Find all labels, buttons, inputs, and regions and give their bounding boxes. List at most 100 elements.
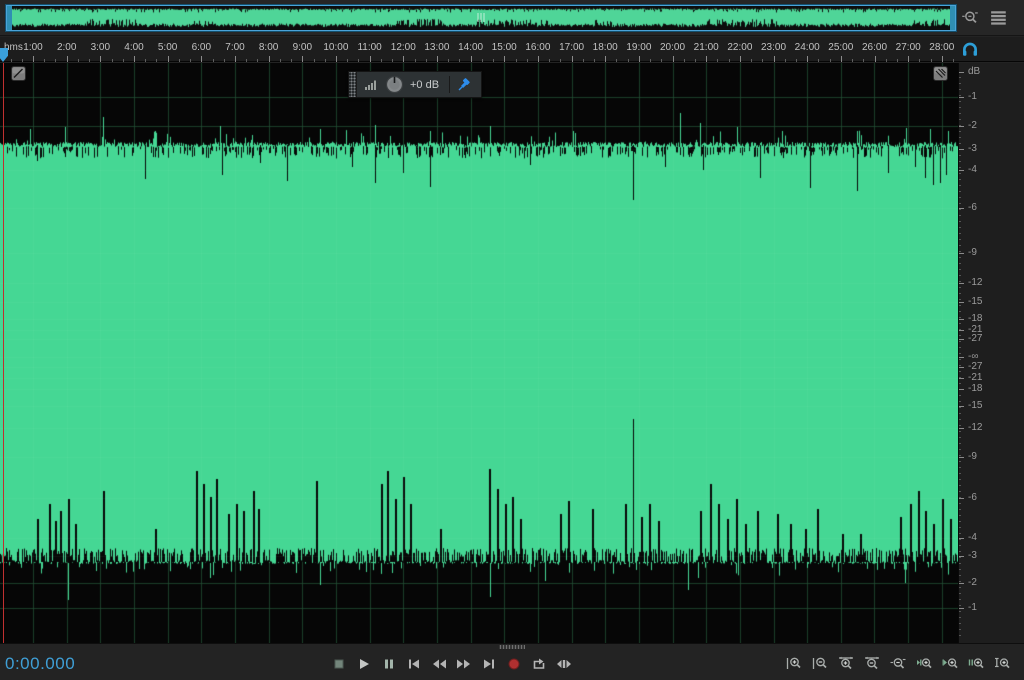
zoom-out-time-icon xyxy=(864,656,881,672)
timeline-tick-label: 25:00 xyxy=(828,42,853,53)
db-minor-tick xyxy=(959,461,961,462)
zoom-out-full-button[interactable] xyxy=(888,654,909,674)
skip-to-end-button[interactable] xyxy=(479,654,499,674)
db-minor-tick xyxy=(959,281,961,282)
db-major-tick xyxy=(959,538,964,539)
timeline-major-tick xyxy=(336,56,337,62)
timeline-major-tick xyxy=(269,56,270,62)
time-display[interactable]: 0:00.000 xyxy=(5,654,75,674)
pause-button[interactable] xyxy=(379,654,399,674)
pin-hud-button[interactable] xyxy=(457,77,472,92)
zoom-in-at-out-point-button[interactable] xyxy=(940,654,961,674)
volume-knob[interactable] xyxy=(385,75,404,94)
timeline-minor-tick xyxy=(44,59,45,62)
db-major-tick xyxy=(959,149,964,150)
waveform-display[interactable] xyxy=(0,63,958,643)
overview-right-handle[interactable] xyxy=(950,6,955,30)
record-icon xyxy=(506,656,522,672)
timeline-ruler[interactable]: hms 1:002:003:004:005:006:007:008:009:00… xyxy=(0,37,958,62)
db-minor-tick xyxy=(959,413,961,414)
fade-out-handle[interactable] xyxy=(933,66,948,81)
timeline-minor-tick xyxy=(22,59,23,62)
zoom-out-time-button[interactable] xyxy=(862,654,883,674)
overview-left-handle[interactable] xyxy=(7,6,12,30)
db-minor-tick xyxy=(959,617,961,618)
db-minor-tick xyxy=(959,431,961,432)
timeline-major-tick xyxy=(572,56,573,62)
zoom-out-amplitude-button[interactable] xyxy=(810,654,831,674)
db-minor-tick xyxy=(959,485,961,486)
db-scale-label: -6 xyxy=(968,203,977,213)
db-scale-label: -12 xyxy=(968,278,982,288)
fade-in-handle[interactable] xyxy=(11,66,26,81)
db-major-tick xyxy=(959,357,964,358)
db-minor-tick xyxy=(959,425,961,426)
db-major-tick xyxy=(959,97,964,98)
db-minor-tick xyxy=(959,473,961,474)
zoom-in-time-button[interactable] xyxy=(836,654,857,674)
db-minor-tick xyxy=(959,257,961,258)
drag-grip-icon[interactable] xyxy=(349,72,357,97)
rewind-button[interactable] xyxy=(429,654,449,674)
timeline-minor-tick xyxy=(123,59,124,62)
timeline-minor-tick xyxy=(931,59,932,62)
skip-to-start-button[interactable] xyxy=(404,654,424,674)
db-minor-tick xyxy=(959,167,961,168)
play-button[interactable] xyxy=(354,654,374,674)
db-major-tick xyxy=(959,253,964,254)
transport-controls xyxy=(329,654,574,674)
timeline-tick-label: 3:00 xyxy=(91,42,110,53)
timeline-minor-tick xyxy=(594,59,595,62)
zoom-in-at-in-point-button[interactable] xyxy=(914,654,935,674)
db-minor-tick xyxy=(959,365,961,366)
timeline-major-tick xyxy=(740,56,741,62)
timeline-tick-label: 1:00 xyxy=(23,42,42,53)
db-scale-label: -1 xyxy=(968,603,977,613)
timeline-minor-tick xyxy=(549,59,550,62)
db-scale-label: -21 xyxy=(968,373,982,383)
timeline-major-tick xyxy=(706,56,707,62)
playhead-line[interactable] xyxy=(3,63,4,643)
stop-button[interactable] xyxy=(329,654,349,674)
timeline-minor-tick xyxy=(852,59,853,62)
timeline-major-tick xyxy=(370,56,371,62)
zoom-out-full-button[interactable] xyxy=(960,8,982,28)
panel-menu-button[interactable] xyxy=(988,8,1010,28)
timeline-minor-tick xyxy=(314,59,315,62)
grip-bars-icon[interactable] xyxy=(478,13,485,22)
db-minor-tick xyxy=(959,545,961,546)
zoom-to-playhead-button[interactable] xyxy=(992,654,1013,674)
timeline-major-tick xyxy=(673,56,674,62)
db-major-tick xyxy=(959,406,964,407)
overview-selection-box[interactable] xyxy=(6,5,956,31)
db-minor-tick xyxy=(959,341,961,342)
level-meter-button[interactable] xyxy=(364,77,379,92)
zoom-out-full-icon xyxy=(962,9,980,27)
monitor-button[interactable] xyxy=(961,40,981,60)
timeline-minor-tick xyxy=(78,59,79,62)
timeline-tick-label: 21:00 xyxy=(694,42,719,53)
timeline-tick-label: 20:00 xyxy=(660,42,685,53)
db-minor-tick xyxy=(959,317,961,318)
record-button[interactable] xyxy=(504,654,524,674)
db-scale-label: -2 xyxy=(968,578,977,588)
timeline-minor-tick xyxy=(325,59,326,62)
amplitude-ruler[interactable]: dB-1-2-3-4-6-9-12-15-18-21-27-∞-27-21-18… xyxy=(958,63,1024,643)
zoom-in-amplitude-button[interactable] xyxy=(784,654,805,674)
skip-start-icon xyxy=(406,656,422,672)
db-major-tick xyxy=(959,319,964,320)
gain-value[interactable]: +0 dB xyxy=(410,79,439,91)
db-minor-tick xyxy=(959,179,961,180)
timeline-tick-label: 17:00 xyxy=(559,42,584,53)
loop-playback-button[interactable] xyxy=(529,654,549,674)
zoom-to-selection-button[interactable] xyxy=(966,654,987,674)
db-minor-tick xyxy=(959,101,961,102)
db-scale-label: -3 xyxy=(968,144,977,154)
db-minor-tick xyxy=(959,605,961,606)
skip-selection-button[interactable] xyxy=(554,654,574,674)
timeline-tick-label: 22:00 xyxy=(727,42,752,53)
db-minor-tick xyxy=(959,491,961,492)
db-major-tick xyxy=(959,339,964,340)
fast-forward-button[interactable] xyxy=(454,654,474,674)
timeline-minor-tick xyxy=(392,59,393,62)
